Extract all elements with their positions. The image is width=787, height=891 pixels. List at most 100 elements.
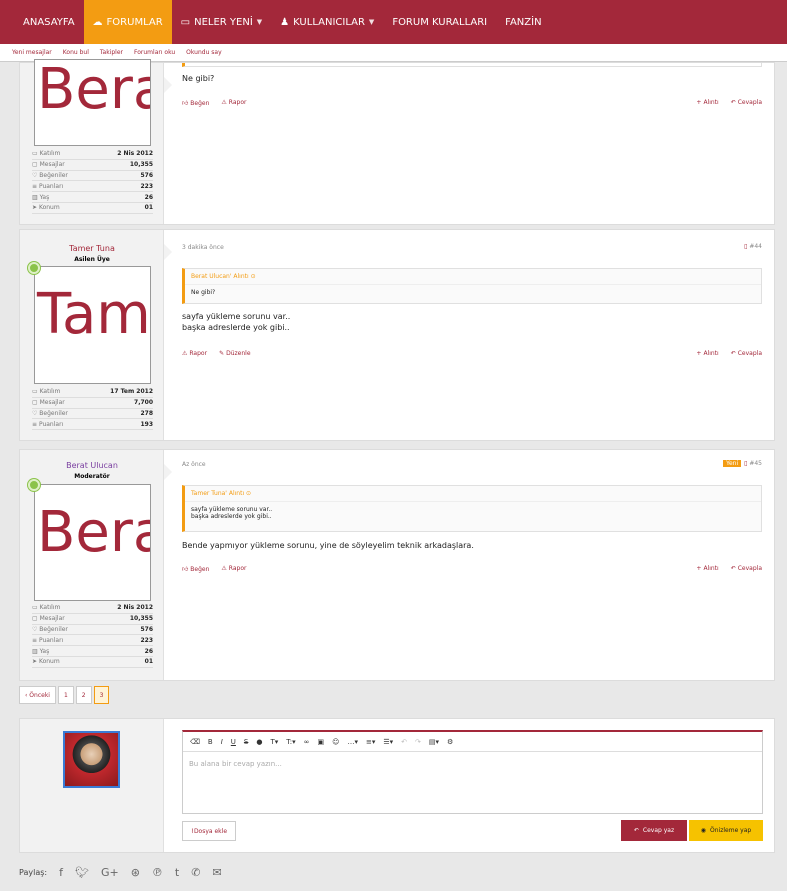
subnav-find-thread[interactable]: Konu bul <box>63 49 89 56</box>
underline-icon[interactable]: U <box>231 738 236 746</box>
avatar[interactable]: Tam <box>34 266 151 384</box>
facebook-icon[interactable]: f <box>59 866 63 879</box>
nav-whats-new[interactable]: ▭ NELER YENİ ▼ <box>172 0 272 44</box>
chat-icon: ☁ <box>92 16 103 28</box>
link-icon[interactable]: ∞ <box>304 738 310 746</box>
subnav-read-forums[interactable]: Forumları oku <box>134 49 175 56</box>
post-body: 3 dakika önce ▯ #44 Berat Ulucan' Alıntı… <box>182 230 762 440</box>
report-button[interactable]: ⚠ Rapor <box>182 350 207 357</box>
strike-icon[interactable]: S <box>244 738 248 746</box>
twitter-icon[interactable]: 🐦︎ <box>75 866 89 879</box>
user-stats: ▭ Katılım 17 Tem 2012 ▢ Mesajlar 7,700 ♡ B… <box>32 387 153 431</box>
page-2-button[interactable]: 2 <box>75 686 92 704</box>
like-button[interactable]: 👍︎ Beğen <box>182 99 209 107</box>
email-icon[interactable]: ✉ <box>212 866 221 879</box>
reply-icon: ↶ <box>730 565 736 572</box>
username[interactable]: Berat Ulucan <box>20 461 164 470</box>
post-time[interactable]: 3 dakika önce <box>182 244 224 251</box>
reply-editor[interactable]: ⌫ B I U S ● T▾ T:▾ ∞ ▣ ☺ …▾ ≡▾ ☰▾ ↶ ↷ ▤▾… <box>182 730 763 814</box>
nav-forums[interactable]: ☁ FORUMLAR <box>83 0 172 44</box>
nav-rules-label: FORUM KURALLARI <box>392 16 488 28</box>
like-button[interactable]: 👍︎ Beğen <box>182 565 209 573</box>
avatar[interactable]: Bera <box>34 59 151 146</box>
quote-button[interactable]: + Alıntı <box>696 565 718 572</box>
like-label: Beğen <box>190 100 210 107</box>
color-icon[interactable]: ● <box>256 738 262 746</box>
reply-button[interactable]: ↶ Cevapla <box>731 99 762 106</box>
post-number[interactable]: ▯ #44 <box>744 243 762 250</box>
google-plus-icon[interactable]: G+ <box>101 866 119 879</box>
quote-header[interactable]: Berat Ulucan' Alıntı ⊙ <box>185 269 761 285</box>
post-number[interactable]: Yeni ▯ #45 <box>723 460 762 467</box>
thumbs-up-icon: 👍︎ <box>182 566 189 573</box>
report-button[interactable]: ⚠ Rapor <box>221 565 246 573</box>
list-icon[interactable]: ☰▾ <box>383 738 393 746</box>
avatar[interactable]: Bera <box>34 484 151 601</box>
online-indicator <box>28 479 40 491</box>
nav-members[interactable]: ♟ KULLANICILAR ▼ <box>271 0 383 44</box>
pinterest-icon[interactable]: ℗ <box>152 866 163 879</box>
nav-whats-new-label: NELER YENİ <box>194 16 253 28</box>
user-stats: ▭ Katılım 2 Nis 2012 ▢ Mesajlar 10,355 ♡ B… <box>32 603 153 668</box>
post-45: Berat Ulucan Moderatör Bera ▭ Katılım 2 N… <box>19 449 775 681</box>
post-time[interactable]: Az önce <box>182 461 206 468</box>
stat-label: Konum <box>38 204 60 212</box>
page-3-button[interactable]: 3 <box>93 686 110 704</box>
stat-label: Yaş <box>39 647 50 655</box>
report-button[interactable]: ⚠ Rapor <box>221 99 246 107</box>
nav-fanzin[interactable]: FANZİN <box>496 0 550 44</box>
gear-icon[interactable]: ⚙ <box>447 738 453 746</box>
post-message: Bende yapmıyor yükleme sorunu, yine de s… <box>182 541 474 550</box>
tumblr-icon[interactable]: t <box>175 866 179 879</box>
edit-button[interactable]: ✎ Düzenle <box>219 350 250 357</box>
reply-button[interactable]: ↶ Cevapla <box>731 350 762 357</box>
post-reply-button[interactable]: ↶ Cevap yaz <box>621 820 687 841</box>
eraser-icon[interactable]: ⌫ <box>190 738 200 746</box>
align-icon[interactable]: ≡▾ <box>366 738 375 746</box>
save-icon[interactable]: ▤▾ <box>429 738 439 746</box>
stat-value: 17 Tem 2012 <box>110 388 153 396</box>
smilie-icon[interactable]: ☺ <box>332 738 339 746</box>
stat-value: 26 <box>144 647 153 655</box>
whatsapp-icon[interactable]: ✆ <box>191 866 200 879</box>
eye-icon: ◉ <box>700 827 707 834</box>
undo-icon[interactable]: ↶ <box>401 738 407 746</box>
warning-icon: ⚠ <box>221 99 227 106</box>
more-icon[interactable]: …▾ <box>347 738 358 746</box>
page-1-button[interactable]: 1 <box>57 686 74 704</box>
calendar-icon: ▭ <box>32 388 40 396</box>
subnav-mark-read[interactable]: Okundu say <box>186 49 222 56</box>
quote-author: Tamer Tuna' Alıntı <box>191 490 245 497</box>
preview-button[interactable]: ◉ Önizleme yap <box>689 820 763 841</box>
reddit-icon[interactable]: ⊛ <box>131 866 140 879</box>
font-size-icon[interactable]: T▾ <box>270 738 278 746</box>
prev-page-button[interactable]: ‹ Önceki <box>19 686 56 704</box>
quote-button[interactable]: + Alıntı <box>696 99 718 106</box>
quote-block: Berat Ulucan' Alıntı ⊙ Ne gibi? <box>182 268 762 304</box>
post-message: sayfa yükleme sorunu var.. başka adresle… <box>182 311 290 333</box>
font-family-icon[interactable]: T:▾ <box>286 738 295 746</box>
quote-header[interactable]: Tamer Tuna' Alıntı ⊙ <box>185 486 761 502</box>
nav-home[interactable]: ANASAYFA <box>14 0 84 44</box>
reply-button[interactable]: ↶ Cevapla <box>731 565 762 572</box>
bold-icon[interactable]: B <box>208 738 213 746</box>
stat-value: 223 <box>140 182 153 190</box>
username[interactable]: Tamer Tuna <box>20 244 164 253</box>
subnav-watched[interactable]: Takipler <box>100 49 123 56</box>
image-icon[interactable]: ▣ <box>318 738 325 746</box>
quote-label: Alıntı <box>703 99 719 106</box>
post-body: Ne gibi? 👍︎ Beğen ⚠ Rapor + Alıntı ↶ Cevapla <box>182 63 762 224</box>
attach-files-button[interactable]: ⌇ Dosya ekle <box>182 821 237 841</box>
top-nav: ANASAYFA ☁ FORUMLAR ▭ NELER YENİ ▼ ♟ KULLANI… <box>0 0 787 44</box>
quick-reply: ⌫ B I U S ● T▾ T:▾ ∞ ▣ ☺ …▾ ≡▾ ☰▾ ↶ ↷ ▤▾… <box>19 718 775 853</box>
quote-line: sayfa yükleme sorunu var.. <box>191 506 273 513</box>
redo-icon[interactable]: ↷ <box>415 738 421 746</box>
stat-label: Beğeniler <box>39 625 68 633</box>
nav-rules[interactable]: FORUM KURALLARI <box>383 0 496 44</box>
subnav-new-posts[interactable]: Yeni mesajlar <box>12 49 52 56</box>
quote-button[interactable]: + Alıntı <box>696 350 718 357</box>
stat-value: 01 <box>144 204 153 212</box>
avatar[interactable] <box>63 731 120 788</box>
stat-value: 278 <box>140 409 153 417</box>
italic-icon[interactable]: I <box>221 738 223 746</box>
